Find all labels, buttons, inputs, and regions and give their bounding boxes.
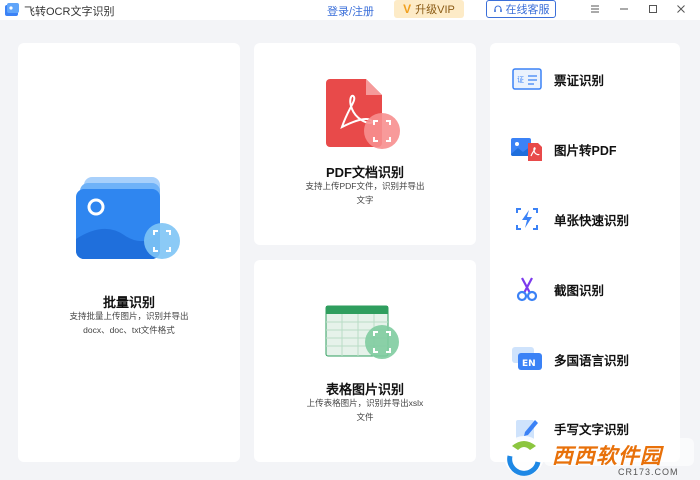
close-button[interactable] <box>672 1 690 17</box>
sidebar-item-label: 票证识别 <box>554 73 605 88</box>
sidebar-item-multilingual-recognition[interactable]: EN 多国语言识别 <box>510 339 680 379</box>
sidebar-item-ticket-recognition[interactable]: 证 票证识别 <box>510 59 680 99</box>
svg-text:证: 证 <box>517 76 524 84</box>
pdf-desc-line2: 文字 <box>356 195 374 205</box>
batch-recognition-card[interactable]: 批量识别 支持批量上传图片，识别并导出 docx、doc、txt文件格式 <box>18 43 240 462</box>
menu-button[interactable] <box>586 1 604 17</box>
sidebar-item-quick-recognition[interactable]: 单张快速识别 <box>510 199 680 239</box>
table-desc-line2: 文件 <box>356 412 374 422</box>
title-bar: 飞转OCR文字识别 登录/注册 V 升级VIP 在线客服 <box>0 0 700 20</box>
sidebar-item-screenshot-recognition[interactable]: 截图识别 <box>510 269 680 309</box>
image-to-pdf-icon <box>511 138 542 161</box>
watermark-brand-text: 西西软件园 <box>552 445 662 468</box>
vip-icon: V <box>403 2 412 16</box>
sidebar-item-label: 多国语言识别 <box>554 353 630 368</box>
pdf-recognition-desc: 支持上传PDF文件，识别并导出 文字 <box>254 179 476 207</box>
batch-images-icon <box>76 177 180 259</box>
sidebar-item-label: 图片转PDF <box>554 143 617 158</box>
sidebar-item-image-to-pdf[interactable]: 图片转PDF <box>510 129 680 169</box>
online-service-button[interactable]: 在线客服 <box>486 0 556 18</box>
sidebar-item-label: 截图识别 <box>554 283 605 298</box>
pdf-file-icon <box>326 79 400 149</box>
batch-recognition-desc: 支持批量上传图片，识别并导出 docx、doc、txt文件格式 <box>18 309 240 337</box>
pdf-desc-line1: 支持上传PDF文件，识别并导出 <box>305 181 425 191</box>
close-icon <box>677 5 685 13</box>
scissors-icon <box>516 277 538 302</box>
upgrade-vip-label: 升级VIP <box>415 4 455 16</box>
table-image-recognition-desc: 上传表格图片，识别并导出xslx 文件 <box>254 396 476 424</box>
id-card-icon: 证 <box>512 68 542 90</box>
language-en-icon: EN <box>512 347 542 370</box>
table-desc-line1: 上传表格图片，识别并导出xslx <box>306 398 424 408</box>
batch-desc-line1: 支持批量上传图片，识别并导出 <box>69 311 189 321</box>
site-watermark: 西西软件园 CR173.COM <box>498 432 700 480</box>
watermark-domain-text: CR173.COM <box>618 467 679 477</box>
sidebar-item-label: 单张快速识别 <box>554 213 630 228</box>
svg-text:EN: EN <box>522 359 536 369</box>
pdf-recognition-card[interactable]: PDF文档识别 支持上传PDF文件，识别并导出 文字 <box>254 43 476 245</box>
spreadsheet-icon <box>325 305 399 359</box>
login-register-link[interactable]: 登录/注册 <box>327 3 374 19</box>
app-title: 飞转OCR文字识别 <box>24 6 115 18</box>
feature-list-panel <box>490 43 680 462</box>
menu-icon <box>591 5 599 13</box>
table-image-recognition-card[interactable]: 表格图片识别 上传表格图片，识别并导出xslx 文件 <box>254 260 476 462</box>
online-service-label: 在线客服 <box>505 4 550 16</box>
headset-icon <box>493 5 502 12</box>
app-logo-icon <box>5 3 19 16</box>
minimize-icon <box>620 8 628 10</box>
maximize-icon <box>649 5 657 13</box>
upgrade-vip-button[interactable]: V 升级VIP <box>394 0 464 18</box>
minimize-button[interactable] <box>615 1 633 17</box>
lightning-icon <box>516 208 538 230</box>
batch-desc-line2: docx、doc、txt文件格式 <box>83 325 175 335</box>
maximize-button[interactable] <box>644 1 662 17</box>
